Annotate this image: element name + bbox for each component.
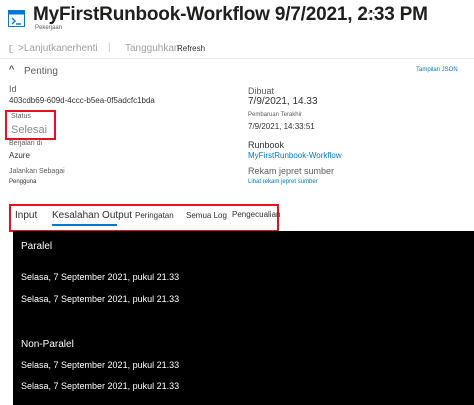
id-label: Id bbox=[9, 84, 17, 94]
output-console[interactable] bbox=[13, 231, 474, 405]
output-line: Selasa, 7 September 2021, pukul 21.33 bbox=[21, 272, 180, 282]
tab-warnings[interactable]: Peringatan bbox=[135, 211, 174, 220]
status-value: Selesai bbox=[11, 124, 48, 136]
active-tab-indicator bbox=[52, 224, 117, 226]
toolbar-separator: | bbox=[108, 42, 111, 53]
refresh-button[interactable]: Refresh bbox=[177, 44, 205, 53]
suspend-button[interactable]: Tangguhkan bbox=[125, 43, 180, 54]
output-heading-parallel: Paralel bbox=[21, 241, 53, 252]
tab-errors[interactable]: Kesalahan Output bbox=[52, 210, 132, 221]
run-as-value: Pengguna bbox=[9, 179, 37, 185]
more-options-icon[interactable]: ··· bbox=[362, 4, 376, 20]
snapshot-label: Rekam jepret sumber bbox=[248, 166, 335, 176]
last-updated-label: Pembaruan Terakhir bbox=[248, 112, 302, 118]
output-heading-nonparallel: Non-Paralel bbox=[21, 339, 74, 350]
output-line: Selasa, 7 September 2021, pukul 21.33 bbox=[21, 294, 180, 304]
stop-button[interactable]: erhenti bbox=[67, 43, 98, 54]
tab-input[interactable]: Input bbox=[15, 210, 37, 221]
runbook-link[interactable]: MyFirstRunbook-Workflow bbox=[248, 151, 342, 160]
id-value: 403cdb69-609d-4ccc-b5ea-0f5adcfc1bda bbox=[9, 96, 155, 105]
tab-all-logs[interactable]: Semua Log bbox=[186, 211, 227, 220]
json-view-link[interactable]: Tampilan JSON bbox=[416, 67, 458, 73]
snapshot-link[interactable]: Lihat rekam jepret sumber bbox=[248, 179, 318, 185]
output-line: Selasa, 7 September 2021, pukul 21.33 bbox=[21, 381, 180, 391]
runbook-label: Runbook bbox=[248, 140, 285, 150]
created-label: Dibuat bbox=[248, 86, 275, 96]
last-updated-value: 7/9/2021, 14:33:51 bbox=[248, 122, 315, 131]
essentials-header[interactable]: Penting bbox=[24, 66, 58, 77]
status-label: Status bbox=[11, 113, 31, 120]
resume-button[interactable]: >Lanjutkan bbox=[18, 43, 67, 54]
ran-on-label: Berjalan di bbox=[9, 140, 43, 147]
runbook-job-icon bbox=[8, 10, 25, 27]
output-line: Selasa, 7 September 2021, pukul 21.33 bbox=[21, 360, 180, 370]
toolbar-divider bbox=[0, 58, 474, 59]
chevron-up-icon[interactable]: ^ bbox=[9, 64, 14, 76]
resume-icon bbox=[9, 45, 13, 53]
created-value: 7/9/2021, 14.33 bbox=[248, 96, 318, 107]
tab-exception[interactable]: Pengecualian bbox=[232, 210, 280, 219]
page-subtitle: Pekerjaan bbox=[35, 25, 63, 31]
ran-on-value: Azure bbox=[9, 151, 30, 160]
run-as-label: Jalankan Sebagai bbox=[9, 168, 65, 175]
